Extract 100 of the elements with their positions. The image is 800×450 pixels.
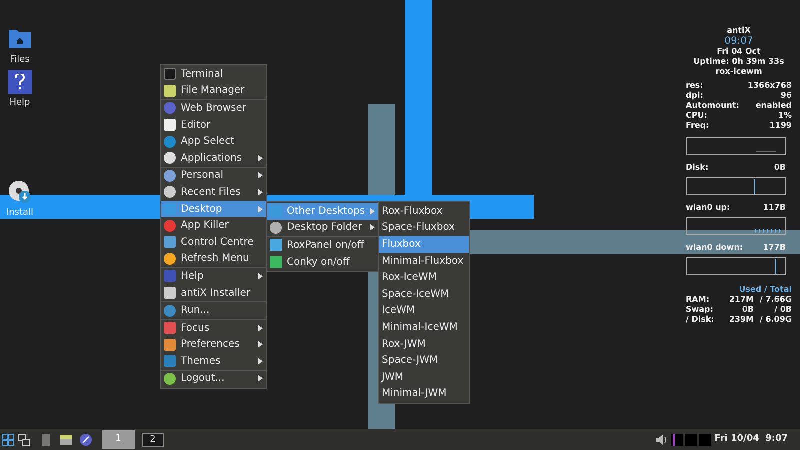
- memory-total: / 6.09G: [758, 315, 792, 325]
- menu-item-icon: [164, 355, 176, 368]
- menu-item-icon: [270, 239, 282, 252]
- menu-item-icon: [164, 252, 176, 265]
- submenu-arrow-icon: [258, 206, 263, 213]
- submenu-arrow-icon: [258, 341, 263, 348]
- menu-item-icon: [270, 256, 282, 268]
- graph-label: wlan0 down:: [686, 243, 744, 253]
- graph-value: 177B: [763, 243, 786, 253]
- menu-item-icon: [164, 287, 176, 300]
- menu-item[interactable]: Web Browser: [161, 100, 266, 117]
- menu-item-icon: [164, 152, 176, 164]
- stat-label: dpi:: [686, 91, 704, 101]
- web-browser-icon[interactable]: [80, 434, 92, 446]
- menu-item-icon: [164, 84, 176, 97]
- submenu-arrow-icon: [258, 172, 263, 180]
- menu-item[interactable]: RoxPanel on/off: [267, 237, 378, 254]
- stat-label: Freq:: [686, 121, 710, 131]
- memory-label: Swap:: [686, 305, 714, 315]
- menu-item-icon: [164, 102, 176, 114]
- menu-item[interactable]: JWM: [379, 368, 469, 386]
- menu-item[interactable]: Refresh Menu: [161, 250, 266, 268]
- memory-header: Used / Total: [739, 285, 792, 295]
- grid-icon[interactable]: [2, 434, 14, 446]
- file-manager-icon[interactable]: [60, 434, 72, 446]
- graph-value: 117B: [763, 203, 786, 213]
- taskbar-clock[interactable]: Fri 10/04 9:07: [714, 432, 788, 446]
- menu-item[interactable]: Minimal-IceWM: [379, 319, 469, 336]
- submenu-arrow-icon: [258, 375, 263, 382]
- menu-item[interactable]: Logout...: [161, 370, 266, 388]
- disc-icon: [8, 180, 32, 204]
- stat-label: res:: [686, 81, 704, 91]
- menu-item[interactable]: Rox-Fluxbox: [379, 203, 469, 220]
- stat-value: 1366x768: [748, 81, 792, 91]
- graph-label: Disk:: [686, 163, 709, 173]
- submenu-arrow-icon: [258, 272, 263, 280]
- stat-value: 1199: [770, 121, 792, 131]
- stat-label: CPU:: [686, 111, 708, 121]
- menu-item[interactable]: Space-JWM: [379, 352, 469, 369]
- help-icon: [8, 70, 32, 94]
- menu-item[interactable]: Desktop Folder: [267, 220, 378, 236]
- submenu-arrow-icon: [258, 188, 263, 196]
- menu-item[interactable]: IceWM: [379, 302, 469, 320]
- menu-item[interactable]: Rox-IceWM: [379, 269, 469, 286]
- conky-hostname: antiX: [727, 26, 751, 36]
- menu-item-icon: [164, 136, 176, 148]
- menu-item-icon: [164, 220, 176, 232]
- menu-item-icon: [164, 304, 176, 317]
- menu-item-icon: [164, 170, 176, 182]
- menu-item[interactable]: File Manager: [161, 82, 266, 100]
- stat-value: enabled: [756, 101, 792, 111]
- monitor-icon: [670, 432, 711, 446]
- icon-label: Files: [10, 54, 30, 67]
- windows-icon[interactable]: [18, 434, 30, 446]
- menu-item[interactable]: Conky on/off: [267, 254, 378, 270]
- menu-item[interactable]: Focus: [161, 320, 266, 336]
- graph-value: 0B: [774, 163, 786, 173]
- menu-item[interactable]: Rox-JWM: [379, 336, 469, 352]
- menu-item-icon: [164, 119, 176, 132]
- conky-time: 09:07: [724, 36, 754, 47]
- menu-item[interactable]: Themes: [161, 353, 266, 370]
- menu-item[interactable]: App Select: [161, 133, 266, 150]
- menu-item[interactable]: Recent Files: [161, 184, 266, 201]
- menu-item[interactable]: Terminal: [161, 66, 266, 83]
- menu-item[interactable]: Preferences: [161, 336, 266, 354]
- menu-item[interactable]: App Killer: [161, 217, 266, 234]
- menu-item-icon: [164, 338, 176, 351]
- menu-item[interactable]: Space-Fluxbox: [379, 220, 469, 236]
- menu-item[interactable]: Minimal-JWM: [379, 386, 469, 402]
- menu-item[interactable]: antiX Installer: [161, 284, 266, 302]
- speaker-icon[interactable]: [654, 434, 667, 444]
- graph-label: wlan0 up:: [686, 203, 730, 213]
- menu-item[interactable]: Personal: [161, 168, 266, 184]
- menu-item[interactable]: Space-IceWM: [379, 286, 469, 303]
- stat-value: 96: [780, 91, 792, 101]
- stat-label: Automount:: [686, 101, 740, 111]
- menu-item[interactable]: Control Centre: [161, 234, 266, 251]
- menu-item[interactable]: Minimal-Fluxbox: [379, 252, 469, 270]
- menu-item-icon: [270, 222, 282, 234]
- terminal-icon[interactable]: [40, 434, 52, 446]
- submenu-arrow-icon: [258, 324, 263, 332]
- submenu-arrow-icon: [258, 358, 263, 365]
- memory-used: 239M: [728, 315, 754, 325]
- workspace-button[interactable]: 2: [142, 432, 164, 446]
- menu-item-icon: [164, 186, 176, 198]
- menu-item[interactable]: Run...: [161, 302, 266, 319]
- menu-item[interactable]: Help: [161, 268, 266, 285]
- memory-total: / 7.66G: [758, 295, 792, 305]
- submenu-arrow-icon: [370, 208, 376, 215]
- menu-item[interactable]: Editor: [161, 116, 266, 134]
- menu-item-icon: [164, 236, 176, 248]
- menu-item-icon: [164, 270, 176, 282]
- menu-item-icon: [164, 203, 176, 216]
- conky-session: rox-icewm: [716, 67, 762, 77]
- memory-total: / 0B: [774, 305, 792, 315]
- memory-used: 217M: [728, 295, 754, 305]
- folder-icon: [8, 27, 32, 49]
- menu-item-icon: [164, 322, 176, 334]
- submenu-arrow-icon: [370, 224, 375, 232]
- menu-item[interactable]: Applications: [161, 150, 266, 167]
